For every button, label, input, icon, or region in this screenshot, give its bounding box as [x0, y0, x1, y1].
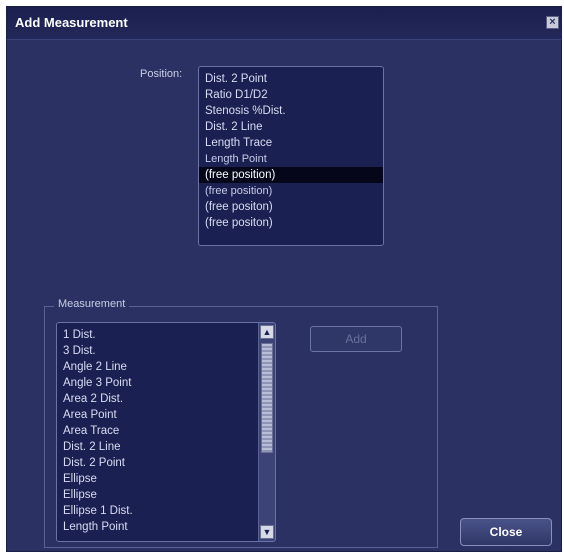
measurement-item[interactable]: Dist. 2 Point [57, 455, 275, 471]
measurement-list[interactable]: 1 Dist. 3 Dist. Angle 2 Line Angle 3 Poi… [56, 322, 276, 542]
position-item-selected[interactable]: (free position) [199, 167, 383, 183]
measurement-item[interactable]: Length Point [57, 519, 275, 535]
position-item[interactable]: Length Point [199, 151, 383, 167]
measurement-item[interactable]: 3 Dist. [57, 343, 275, 359]
measurement-item[interactable]: Angle 2 Line [57, 359, 275, 375]
measurement-item[interactable]: Angle 3 Point [57, 375, 275, 391]
down-arrow-icon[interactable]: ▼ [260, 525, 274, 539]
close-button[interactable]: Close [460, 518, 552, 546]
measurement-item[interactable]: Area Trace [57, 423, 275, 439]
measurement-item[interactable]: Area 2 Dist. [57, 391, 275, 407]
position-label: Position: [140, 68, 183, 80]
position-item[interactable]: (free positon) [199, 199, 383, 215]
measurement-scrollbar[interactable]: ▲ ▼ [258, 323, 275, 541]
position-item[interactable]: Dist. 2 Point [199, 71, 383, 87]
add-button[interactable]: Add [310, 326, 402, 352]
up-arrow-icon[interactable]: ▲ [260, 325, 274, 339]
measurement-legend: Measurement [54, 298, 130, 310]
title-bar: Add Measurement × [7, 7, 561, 40]
measurement-item[interactable]: Dist. 2 Line [57, 439, 275, 455]
measurement-item[interactable]: Ellipse [57, 471, 275, 487]
position-list[interactable]: Dist. 2 Point Ratio D1/D2 Stenosis %Dist… [198, 66, 384, 246]
position-item[interactable]: (free position) [199, 183, 383, 199]
measurement-item[interactable]: Area Point [57, 407, 275, 423]
measurement-item[interactable]: Ellipse [57, 487, 275, 503]
position-item[interactable]: Ratio D1/D2 [199, 87, 383, 103]
measurement-item[interactable]: Ellipse 1 Dist. [57, 503, 275, 519]
position-item[interactable]: Dist. 2 Line [199, 119, 383, 135]
close-icon[interactable]: × [546, 16, 559, 29]
position-item[interactable]: Stenosis %Dist. [199, 103, 383, 119]
measurement-item[interactable]: 1 Dist. [57, 327, 275, 343]
dialog-title: Add Measurement [15, 15, 128, 30]
scrollbar-thumb[interactable] [261, 343, 273, 453]
position-item[interactable]: Length Trace [199, 135, 383, 151]
position-item[interactable]: (free positon) [199, 215, 383, 231]
